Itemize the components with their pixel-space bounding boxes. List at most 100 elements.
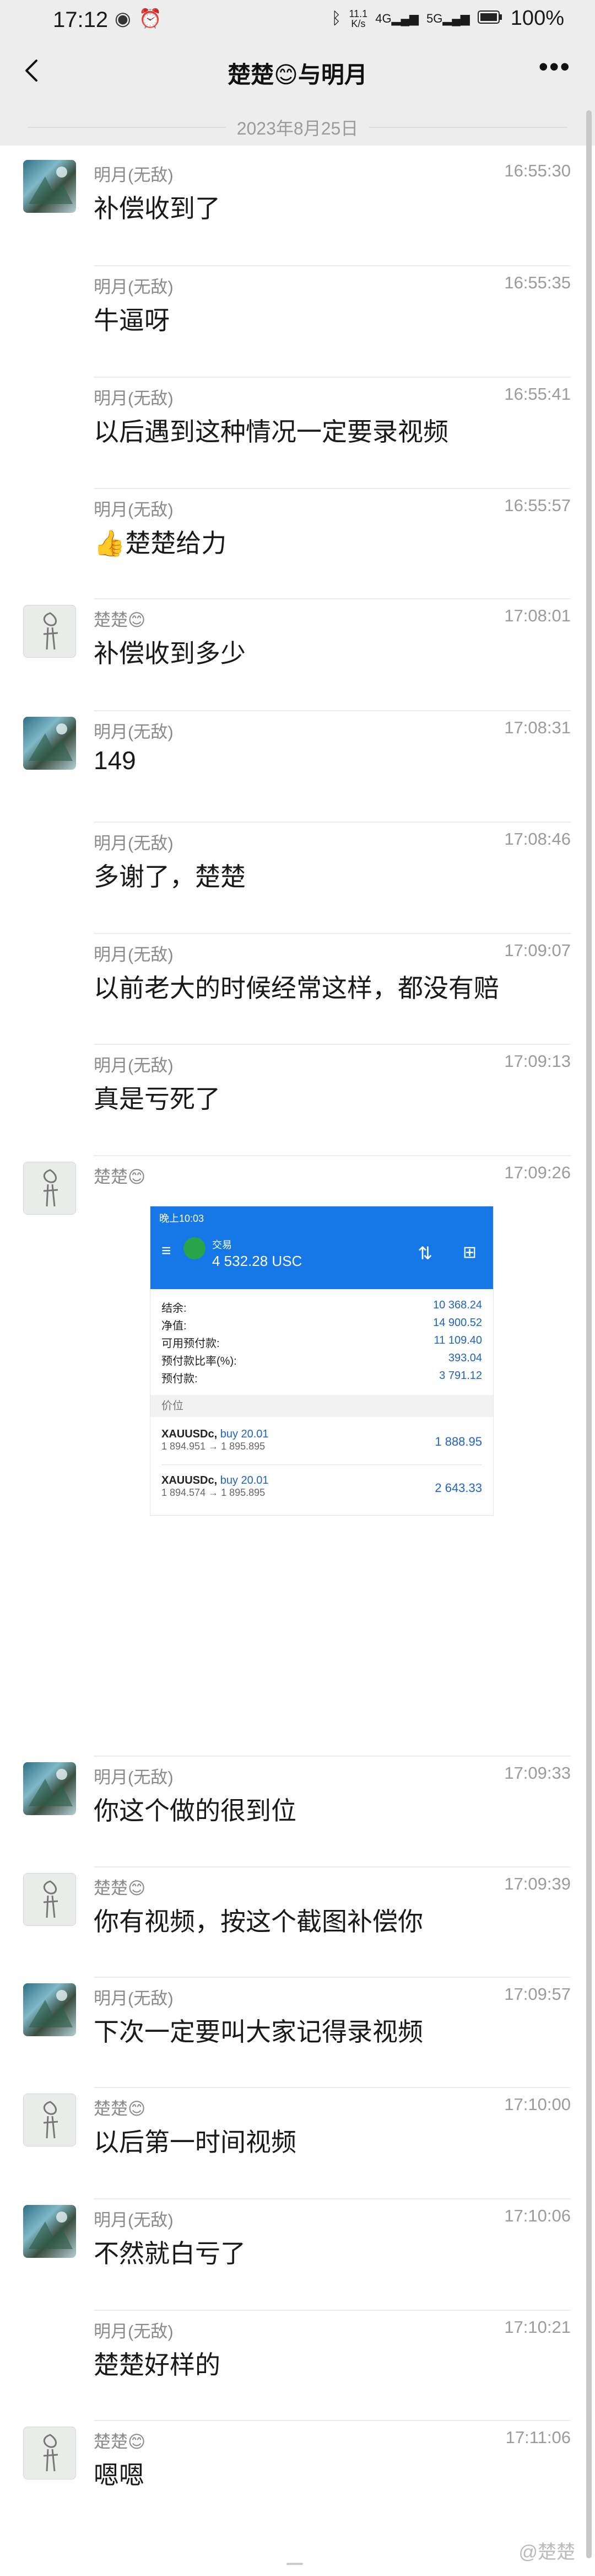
menu-icon: ≡ [161,1242,171,1260]
more-options-icon[interactable]: ••• [538,51,571,83]
date-divider: 2023年8月25日 [0,108,595,146]
row-value: 393.04 [448,1352,482,1364]
scrollbar[interactable] [586,110,592,2558]
message-divider [94,1155,571,1156]
row-value: 10 368.24 [433,1299,482,1311]
message-text[interactable]: 你这个做的很到位 [94,1791,296,1827]
message-time: 17:10:06 [504,2206,571,2225]
sender-name: 明月(无敌) [94,1768,174,1787]
message-divider [94,265,571,266]
account-row: 结余: 10 368.24 [161,1299,482,1315]
avatar[interactable] [23,1762,76,1815]
message-text[interactable]: 嗯嗯 [94,2455,144,2492]
message-text[interactable]: 下次一定要叫大家记得录视频 [94,2012,423,2048]
sender-name: 明月(无敌) [94,945,174,964]
trade-action: buy 20.01 [220,1428,269,1440]
signal-4g-label: 4G [375,11,392,25]
battery-level: 100% [510,7,564,30]
avatar[interactable] [23,717,76,770]
message-text[interactable]: 以前老大的时候经常这样，都没有赔 [94,968,499,1005]
trade-divider [161,1464,482,1465]
message-divider [94,822,571,823]
trade-prices: 1 894.951 → 1 895.895 [161,1441,266,1452]
message-time: 16:55:35 [504,273,571,292]
row-label: 结余: [161,1302,187,1314]
row-value: 14 900.52 [433,1317,482,1329]
message-time: 17:10:00 [504,2095,571,2114]
sender-name: 明月(无敌) [94,2322,174,2341]
home-indicator [286,2563,303,2565]
screenshot-status-time: 晚上10:03 [159,1213,204,1224]
message-time: 17:09:57 [504,1984,571,2004]
avatar[interactable] [23,1162,76,1215]
message-time: 16:55:57 [504,496,571,515]
signal-4g-icon: 4G▂▄▆ [375,11,419,25]
new-order-icon: ⊞ [462,1243,477,1262]
message-divider [94,710,571,711]
signal-5g-icon: 5G▂▄▆ [426,11,470,25]
message-text[interactable]: 真是亏死了 [94,1079,220,1115]
screenshot-header: 晚上10:03 ≡ 交易 4 532.28 USC ⇅ ⊞ [150,1206,493,1289]
trade-symbol: XAUUSDc, [161,1474,218,1486]
net-speed: 11.1 K/s [349,9,368,29]
message-time: 17:08:01 [504,606,571,625]
screenshot-tab-label: 交易 [212,1239,232,1251]
message-text[interactable]: 👍楚楚给力 [94,523,226,560]
chat-header: 楚楚😊与明月 ••• [0,43,595,108]
avatar[interactable] [23,160,76,213]
message-text[interactable]: 以后第一时间视频 [94,2122,296,2159]
row-value: 3 791.12 [439,1370,482,1382]
image-attachment[interactable]: 晚上10:03 ≡ 交易 4 532.28 USC ⇅ ⊞ 结余: 10 368.24 净值: 1… [150,1206,494,1516]
chat-title: 楚楚😊与明月 [228,62,367,88]
row-label: 净值: [161,1320,187,1332]
avatar[interactable] [23,2205,76,2258]
avatar[interactable] [23,1873,76,1926]
message-time: 17:11:06 [505,2428,571,2447]
message-text[interactable]: 149 [94,745,136,775]
message-time: 17:10:21 [504,2317,571,2337]
account-row: 净值: 14 900.52 [161,1317,482,1333]
trade-action: buy 20.01 [220,1474,269,1486]
message-divider [94,2087,571,2088]
sender-name: 明月(无敌) [94,389,174,408]
message-text[interactable]: 补偿收到了 [94,189,220,225]
message-text[interactable]: 楚楚好样的 [94,2345,220,2381]
alarm-icon: ⏰ [138,8,163,29]
message-text[interactable]: 你有视频，按这个截图补偿你 [94,1902,423,1938]
message-time: 17:08:31 [504,718,571,737]
message-time: 17:09:33 [504,1763,571,1783]
message-time: 16:55:30 [504,161,571,180]
message-text[interactable]: 多谢了，楚楚 [94,857,246,893]
message-divider [94,1044,571,1045]
message-divider [94,933,571,934]
trade-prices: 1 894.574 → 1 895.895 [161,1487,266,1498]
eye-icon: ◉ [115,8,131,29]
avatar[interactable] [23,2427,76,2480]
message-text[interactable]: 不然就白亏了 [94,2234,246,2270]
message-text[interactable]: 以后遇到这种情况一定要录视频 [94,412,448,448]
row-label: 可用预付款: [161,1338,220,1350]
avatar[interactable] [23,605,76,658]
battery-icon [477,10,503,27]
message-divider [94,1756,571,1757]
status-bar: 17:12 ◉ ⏰ ᛒ 11.1 K/s 4G▂▄▆ 5G▂▄▆ 100% [0,0,595,43]
sender-name: 明月(无敌) [94,1989,174,2008]
trade-profit: 2 643.33 [435,1481,482,1495]
message-text[interactable]: 牛逼呀 [94,300,170,337]
status-right: ᛒ 11.1 K/s 4G▂▄▆ 5G▂▄▆ 100% [332,7,565,30]
screenshot-balance: 4 532.28 USC [212,1253,302,1269]
row-label: 预付款比率(%): [161,1355,237,1367]
message-divider [94,377,571,378]
message-divider [94,2198,571,2199]
row-value: 11 109.40 [434,1334,483,1346]
section-label: 价位 [150,1395,493,1417]
sort-icon: ⇅ [418,1243,432,1263]
avatar[interactable] [23,1983,76,2036]
message-divider [94,488,571,489]
status-left-icons: ◉ ⏰ [115,8,162,30]
avatar[interactable] [23,2094,76,2146]
sender-name: 明月(无敌) [94,1056,174,1075]
row-label: 预付款: [161,1373,198,1385]
sender-name: 明月(无敌) [94,2210,174,2230]
message-text[interactable]: 补偿收到多少 [94,634,246,670]
